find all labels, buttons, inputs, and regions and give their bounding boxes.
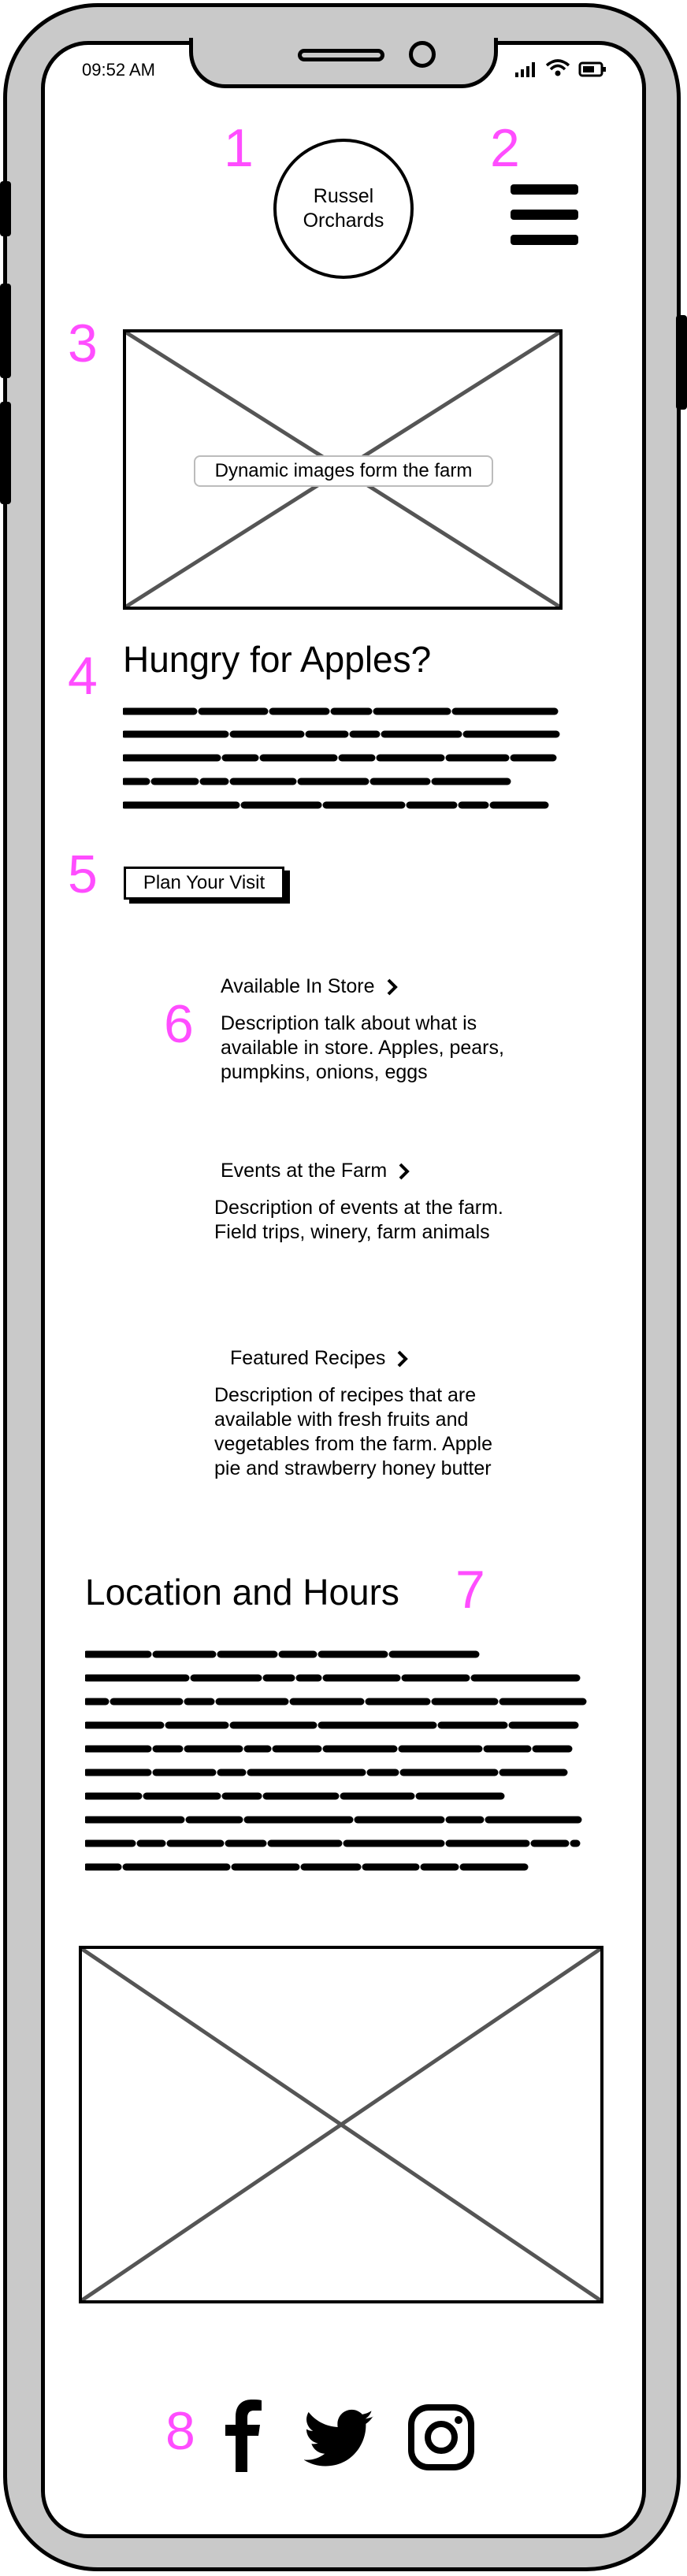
side-button-left-2 [0,284,11,378]
available-in-store-title: Available In Store [221,975,375,997]
annotation-6: 6 [164,994,194,1054]
featured-recipes-title: Featured Recipes [230,1347,386,1369]
wifi-icon [545,59,570,76]
location-placeholder-text [85,1650,587,1871]
side-button-left-1 [0,181,11,236]
menu-icon[interactable] [511,184,578,246]
annotation-4: 4 [68,646,98,706]
logo-line-1: Russel [313,185,374,207]
chevron-right-icon [399,1163,410,1179]
logo[interactable]: Russel Orchards [273,139,414,279]
annotation-8: 8 [165,2401,195,2461]
available-in-store-link[interactable]: Available In Store [221,975,399,998]
instagram-icon[interactable] [408,2404,474,2470]
side-button-right [676,315,687,410]
hero-image-caption: Dynamic images form the farm [194,455,493,487]
annotation-7: 7 [455,1560,485,1620]
annotation-3: 3 [68,314,98,373]
location-heading: Location and Hours [85,1572,399,1613]
speaker-grille [298,49,384,61]
intro-placeholder-text [123,707,560,809]
featured-recipes-link[interactable]: Featured Recipes [230,1347,409,1370]
annotation-1: 1 [224,118,254,178]
side-button-left-3 [0,402,11,504]
intro-heading: Hungry for Apples? [123,639,432,680]
map-image-placeholder [79,1946,603,2303]
events-at-the-farm-link[interactable]: Events at the Farm [221,1160,410,1182]
front-camera [409,41,436,68]
available-in-store-description: Description talk about what is available… [221,1012,504,1083]
events-at-the-farm-title: Events at the Farm [221,1160,388,1182]
signal-icon [515,62,535,77]
status-time: 09:52 AM [82,60,155,80]
events-at-the-farm-description: Description of events at the farm. Field… [214,1197,503,1243]
logo-line-2: Orchards [303,210,384,232]
annotation-5: 5 [68,844,98,904]
facebook-icon[interactable] [222,2400,266,2472]
chevron-right-icon [387,978,398,995]
phone-notch [189,38,498,88]
plan-your-visit-button[interactable]: Plan Your Visit [124,867,284,900]
battery-icon [578,61,606,77]
chevron-right-icon [397,1350,409,1367]
twitter-icon[interactable] [304,2409,375,2469]
featured-recipes-description: Description of recipes that are availabl… [214,1384,492,1479]
annotation-2: 2 [490,118,520,178]
